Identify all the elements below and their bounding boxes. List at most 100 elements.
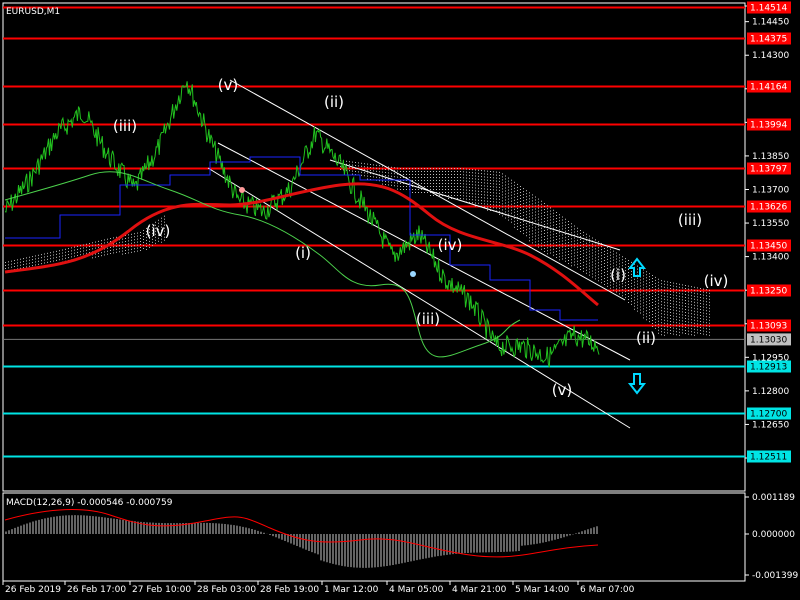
cloud-dot (508, 183, 509, 185)
cloud-dot (664, 283, 665, 285)
cloud-dot (601, 273, 602, 275)
cloud-dot (625, 291, 626, 293)
cloud-dot (607, 267, 608, 269)
cloud-dot (628, 278, 629, 279)
cloud-dot (553, 254, 554, 256)
cloud-dot (664, 316, 665, 318)
cloud-dot (529, 216, 530, 218)
cloud-dot (535, 241, 536, 243)
cloud-dot (688, 297, 689, 299)
chart-background (0, 0, 800, 600)
cloud-dot (658, 323, 659, 325)
cloud-dot (691, 304, 692, 306)
cloud-dot (619, 287, 620, 289)
cloud-dot (661, 280, 662, 282)
wave-label: (i) (610, 266, 626, 284)
cloud-dot (448, 168, 449, 169)
cloud-dot (571, 247, 572, 249)
cloud-dot (610, 263, 611, 265)
cloud-dot (637, 292, 638, 294)
price-tick-label: 1.14450 (752, 18, 789, 28)
cloud-dot (565, 221, 566, 223)
cloud-dot (646, 304, 647, 306)
cloud-dot (667, 281, 668, 283)
cloud-dot (529, 231, 530, 233)
cloud-dot (484, 170, 485, 172)
fractal-marker (410, 271, 416, 277)
cloud-dot (613, 259, 614, 261)
cloud-dot (128, 237, 129, 239)
cloud-dot (592, 255, 593, 257)
level-price-label: 1.13994 (750, 121, 787, 131)
cloud-dot (709, 295, 710, 297)
cloud-dot (532, 215, 533, 217)
cloud-dot (634, 302, 635, 304)
cloud-dot (484, 176, 485, 178)
cloud-dot (415, 171, 416, 172)
cloud-dot (532, 224, 533, 226)
cloud-dot (586, 251, 587, 253)
cloud-dot (682, 332, 683, 334)
cloud-dot (679, 283, 680, 285)
cloud-dot (535, 235, 536, 237)
cloud-dot (589, 244, 590, 246)
cloud-dot (418, 174, 419, 175)
trading-chart[interactable]: (v)(ii)(iii)(iv)(i) (iv)(iii)(v)(iii)(i)(… (0, 0, 800, 600)
cloud-dot (703, 321, 704, 323)
cloud-dot (487, 176, 488, 178)
cloud-dot (508, 189, 509, 191)
cloud-dot (436, 186, 437, 187)
cloud-dot (535, 199, 536, 201)
cloud-dot (562, 255, 563, 257)
time-tick-label: 28 Feb 19:00 (260, 585, 319, 595)
cloud-dot (511, 206, 512, 208)
cloud-dot (412, 189, 413, 190)
cloud-dot (385, 169, 386, 170)
cloud-dot (661, 286, 662, 288)
cloud-dot (83, 253, 84, 255)
cloud-dot (382, 168, 383, 170)
cloud-dot (577, 245, 578, 247)
cloud-dot (131, 248, 132, 250)
cloud-dot (68, 257, 69, 259)
cloud-dot (505, 181, 506, 183)
cloud-dot (493, 207, 494, 209)
cloud-dot (679, 325, 680, 327)
cloud-dot (640, 288, 641, 290)
cloud-dot (622, 286, 623, 288)
cloud-dot (682, 314, 683, 316)
cloud-dot (598, 280, 599, 282)
cloud-dot (652, 293, 653, 294)
cloud-dot (580, 236, 581, 237)
cloud-dot (92, 245, 93, 247)
cloud-dot (703, 309, 704, 311)
cloud-dot (619, 260, 620, 262)
cloud-dot (658, 308, 659, 310)
cloud-dot (490, 189, 491, 190)
cloud-dot (8, 267, 9, 269)
cloud-dot (538, 228, 539, 230)
cloud-dot (553, 245, 554, 247)
cloud-dot (421, 183, 422, 184)
cloud-dot (487, 209, 488, 211)
cloud-dot (538, 222, 539, 224)
cloud-dot (472, 199, 473, 201)
cloud-dot (412, 183, 413, 184)
cloud-dot (673, 288, 674, 290)
cloud-dot (406, 189, 407, 190)
cloud-dot (430, 186, 431, 187)
cloud-dot (125, 247, 126, 248)
cloud-dot (421, 171, 422, 172)
cloud-dot (143, 241, 144, 243)
cloud-dot (451, 180, 452, 181)
cloud-dot (526, 190, 527, 192)
cloud-dot (625, 264, 626, 266)
cloud-dot (415, 168, 416, 169)
cloud-dot (484, 179, 485, 181)
cloud-dot (613, 250, 614, 252)
cloud-dot (460, 183, 461, 184)
cloud-dot (562, 252, 563, 254)
cloud-dot (508, 195, 509, 197)
cloud-dot (607, 264, 608, 266)
cloud-dot (706, 319, 707, 321)
